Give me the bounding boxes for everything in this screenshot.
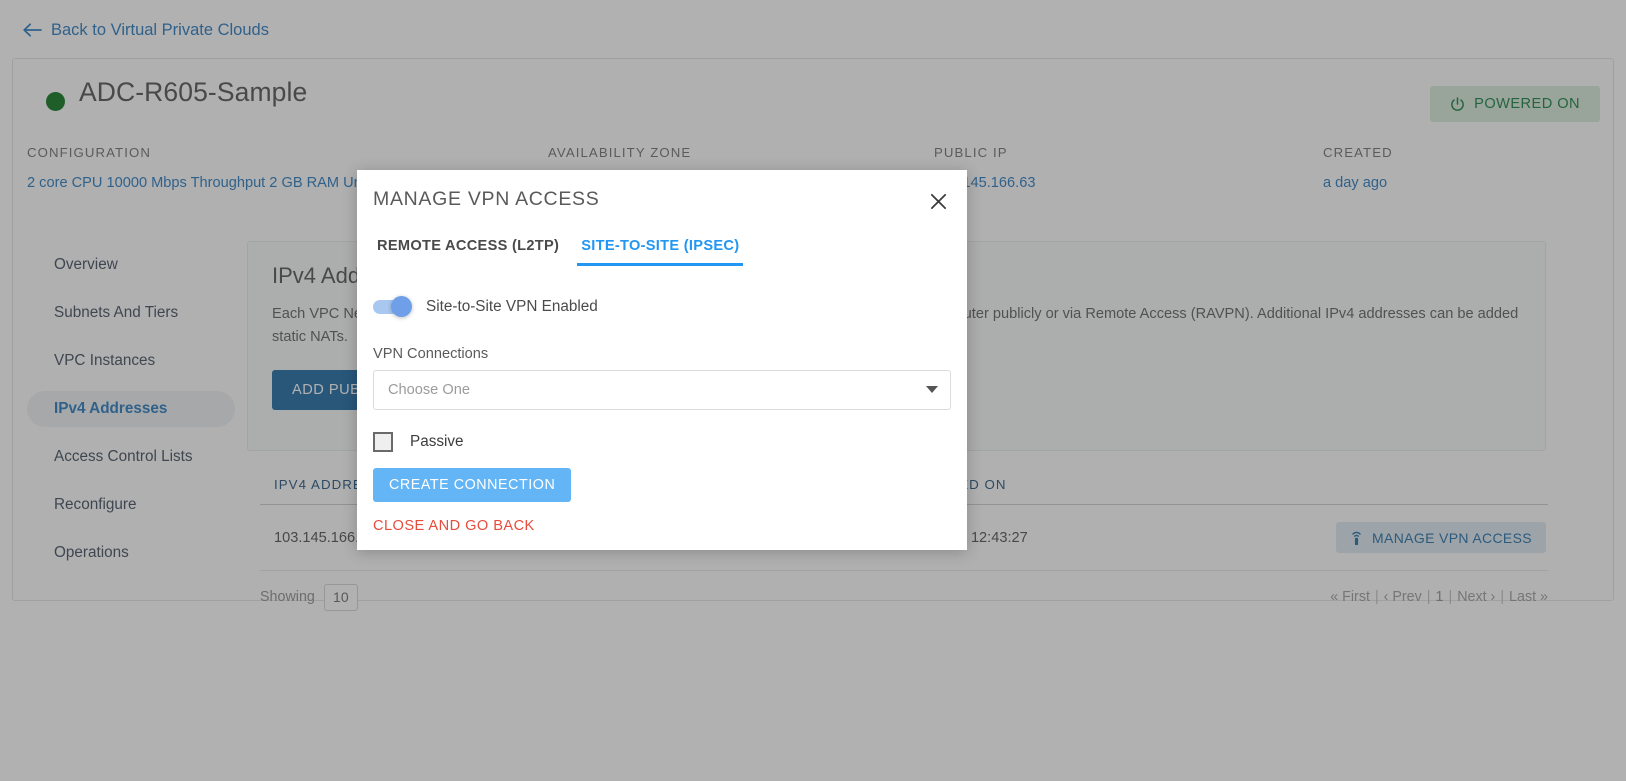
site-to-site-toggle-row: Site-to-Site VPN Enabled — [373, 296, 598, 317]
site-to-site-vpn-toggle-label: Site-to-Site VPN Enabled — [426, 298, 598, 315]
vpn-connections-select[interactable]: Choose One — [373, 370, 951, 410]
create-connection-button[interactable]: CREATE CONNECTION — [373, 468, 572, 502]
vpn-connections-select-value: Choose One — [388, 382, 470, 398]
close-icon[interactable] — [925, 188, 951, 214]
passive-checkbox-label: Passive — [410, 433, 464, 450]
tab-remote-access-l2tp[interactable]: REMOTE ACCESS (L2TP) — [373, 238, 563, 266]
dialog-tabs: REMOTE ACCESS (L2TP) SITE-TO-SITE (IPSEC… — [373, 238, 744, 266]
passive-checkbox[interactable] — [373, 432, 393, 452]
dialog-header: MANAGE VPN ACCESS — [357, 170, 967, 230]
passive-checkbox-row: Passive — [373, 432, 464, 452]
page-root: Back to Virtual Private Clouds ADC-R605-… — [0, 0, 1626, 781]
vpn-connections-label: VPN Connections — [373, 346, 489, 362]
dialog-title: MANAGE VPN ACCESS — [373, 188, 600, 210]
manage-vpn-access-dialog: MANAGE VPN ACCESS REMOTE ACCESS (L2TP) S… — [357, 170, 967, 550]
site-to-site-vpn-toggle[interactable] — [373, 296, 412, 317]
close-and-go-back-link[interactable]: CLOSE AND GO BACK — [373, 518, 535, 534]
toggle-knob — [391, 296, 412, 317]
tab-site-to-site-ipsec[interactable]: SITE-TO-SITE (IPSEC) — [577, 238, 744, 266]
chevron-down-icon — [926, 381, 938, 399]
